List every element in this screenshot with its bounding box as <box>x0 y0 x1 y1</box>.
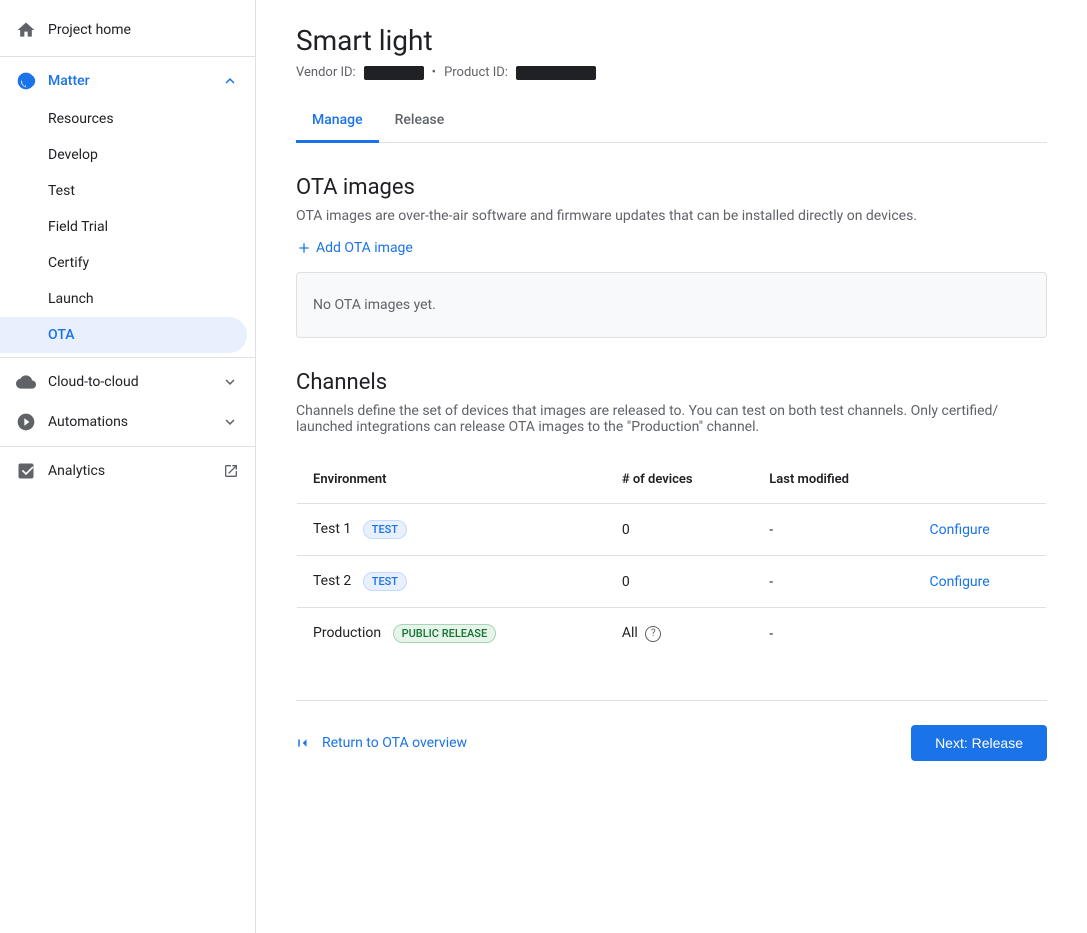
col-num-devices: # of devices <box>606 456 753 504</box>
env-production: Production PUBLIC RELEASE <box>297 608 606 660</box>
matter-sub-items: Resources Develop Test Field Trial Certi… <box>0 101 255 353</box>
modified-production: - <box>753 608 913 660</box>
tabs: Manage Release <box>296 100 1047 143</box>
env-test2: Test 2 TEST <box>297 556 606 608</box>
sidebar-matter-header[interactable]: Matter <box>0 61 255 101</box>
sidebar-item-test[interactable]: Test <box>0 173 247 209</box>
configure-test1-button[interactable]: Configure <box>929 522 989 538</box>
modified-test2: - <box>753 556 913 608</box>
modified-test1: - <box>753 504 913 556</box>
automations-chevron-icon <box>221 413 239 431</box>
vendor-label: Vendor ID: <box>296 65 356 80</box>
col-last-modified: Last modified <box>753 456 913 504</box>
actions-test1: Configure <box>913 504 1046 556</box>
sidebar-automations[interactable]: Automations <box>0 402 255 442</box>
vendor-id-value <box>364 66 424 80</box>
sidebar-item-develop[interactable]: Develop <box>0 137 247 173</box>
matter-label: Matter <box>48 73 90 89</box>
product-label: Product ID: <box>444 65 508 80</box>
badge-production: PUBLIC RELEASE <box>393 624 497 643</box>
badge-test2: TEST <box>363 572 407 591</box>
ota-images-section: OTA images OTA images are over-the-air s… <box>296 175 1047 338</box>
badge-test1: TEST <box>363 520 407 539</box>
return-to-ota-button[interactable]: Return to OTA overview <box>296 734 467 752</box>
footer: Return to OTA overview Next: Release <box>296 700 1047 761</box>
sidebar-analytics[interactable]: Analytics <box>0 451 255 491</box>
table-row: Test 2 TEST 0 - Configure <box>297 556 1047 608</box>
plus-icon <box>296 240 312 256</box>
sidebar: Project home Matter Resources Develop Te… <box>0 0 256 933</box>
devices-test1: 0 <box>606 504 753 556</box>
analytics-icon <box>16 461 36 481</box>
sidebar-item-field-trial[interactable]: Field Trial <box>0 209 247 245</box>
tab-release[interactable]: Release <box>379 100 461 143</box>
home-icon <box>16 20 36 40</box>
actions-test2: Configure <box>913 556 1046 608</box>
meta-row: Vendor ID: • Product ID: <box>296 65 1047 80</box>
next-release-button[interactable]: Next: Release <box>911 725 1047 761</box>
ota-images-empty: No OTA images yet. <box>296 272 1047 338</box>
add-ota-label: Add OTA image <box>316 240 413 256</box>
sidebar-divider-3 <box>0 446 255 447</box>
sidebar-divider-2 <box>0 357 255 358</box>
sidebar-item-certify[interactable]: Certify <box>0 245 247 281</box>
channels-table: Environment # of devices Last modified T… <box>296 455 1047 660</box>
col-actions <box>913 456 1046 504</box>
channels-section: Channels Channels define the set of devi… <box>296 370 1047 660</box>
automations-icon <box>16 412 36 432</box>
cloud-icon <box>16 372 36 392</box>
sidebar-project-home[interactable]: Project home <box>0 8 255 52</box>
table-row: Test 1 TEST 0 - Configure <box>297 504 1047 556</box>
page-title: Smart light <box>296 24 1047 57</box>
devices-production: All ? <box>606 608 753 660</box>
channels-title: Channels <box>296 370 1047 395</box>
sidebar-cloud-to-cloud[interactable]: Cloud-to-cloud <box>0 362 255 402</box>
sidebar-matter-section: Matter Resources Develop Test Field Tria… <box>0 61 255 353</box>
product-id-value <box>516 66 596 80</box>
cloud-to-cloud-label: Cloud-to-cloud <box>48 374 139 390</box>
col-environment: Environment <box>297 456 606 504</box>
env-test1: Test 1 TEST <box>297 504 606 556</box>
return-label: Return to OTA overview <box>322 735 467 751</box>
actions-production <box>913 608 1046 660</box>
cloud-chevron-icon <box>221 373 239 391</box>
sidebar-item-resources[interactable]: Resources <box>0 101 247 137</box>
meta-separator: • <box>432 65 436 80</box>
sidebar-item-launch[interactable]: Launch <box>0 281 247 317</box>
table-row: Production PUBLIC RELEASE All ? - <box>297 608 1047 660</box>
project-home-label: Project home <box>48 22 131 38</box>
matter-chevron-icon <box>221 72 239 90</box>
devices-test2: 0 <box>606 556 753 608</box>
return-icon <box>296 734 314 752</box>
configure-test2-button[interactable]: Configure <box>929 574 989 590</box>
sidebar-divider <box>0 56 255 57</box>
main-content: Smart light Vendor ID: • Product ID: Man… <box>256 0 1087 933</box>
info-icon[interactable]: ? <box>645 626 661 642</box>
channels-description: Channels define the set of devices that … <box>296 403 1047 435</box>
analytics-label: Analytics <box>48 463 105 479</box>
automations-label: Automations <box>48 414 128 430</box>
sidebar-item-ota[interactable]: OTA <box>0 317 247 353</box>
ota-images-description: OTA images are over-the-air software and… <box>296 208 1047 224</box>
empty-message: No OTA images yet. <box>313 297 436 313</box>
matter-icon <box>16 71 36 91</box>
tab-manage[interactable]: Manage <box>296 100 379 143</box>
add-ota-image-button[interactable]: Add OTA image <box>296 240 413 256</box>
ota-images-title: OTA images <box>296 175 1047 200</box>
external-link-icon <box>223 463 239 479</box>
